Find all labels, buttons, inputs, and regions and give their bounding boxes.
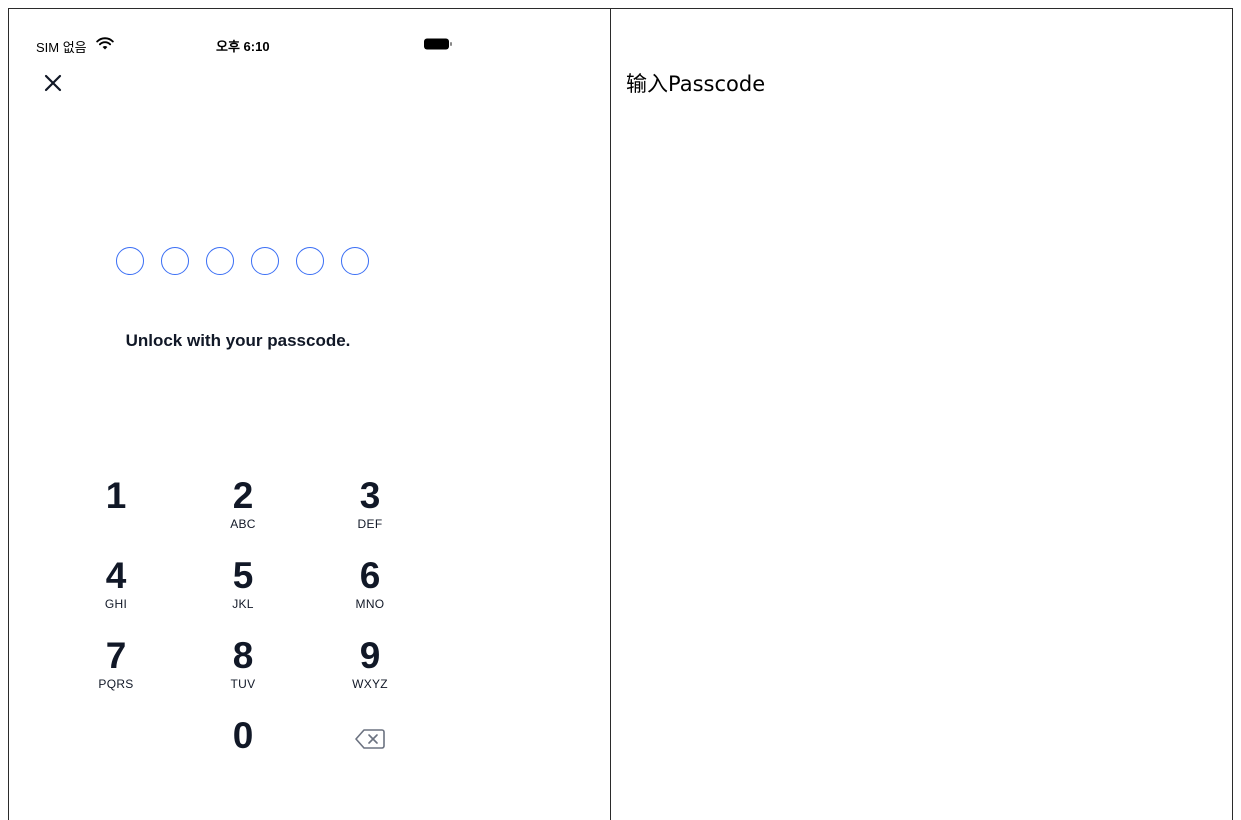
passcode-dot (251, 247, 279, 275)
carrier-label: SIM 없음 (36, 40, 87, 55)
key-digit: 7 (105, 635, 127, 676)
passcode-dot (296, 247, 324, 275)
key-letters: DEF (357, 517, 383, 531)
key-letters: ABC (230, 517, 256, 531)
passcode-dots (116, 247, 376, 275)
key-letters: TUV (230, 677, 256, 691)
key-digit: 6 (359, 555, 381, 596)
close-icon[interactable] (41, 71, 65, 95)
phone-screen: SIM 없음 오후 6:10 Unlock with your passcode… (9, 9, 610, 820)
key-6[interactable]: 6 MNO (330, 557, 410, 619)
passcode-prompt: Unlock with your passcode. (125, 331, 351, 350)
key-digit: 5 (232, 555, 254, 596)
key-digit: 1 (105, 475, 127, 516)
key-digit: 8 (232, 635, 254, 676)
passcode-dot (206, 247, 234, 275)
key-8[interactable]: 8 TUV (203, 637, 283, 699)
key-digit: 2 (232, 475, 254, 516)
key-7[interactable]: 7 PQRS (76, 637, 156, 699)
passcode-dot (116, 247, 144, 275)
key-letters: GHI (104, 597, 128, 611)
key-letters: JKL (232, 597, 254, 611)
passcode-dot (161, 247, 189, 275)
status-bar: SIM 없음 오후 6:10 (9, 9, 610, 69)
key-4[interactable]: 4 GHI (76, 557, 156, 619)
key-5[interactable]: 5 JKL (203, 557, 283, 619)
key-9[interactable]: 9 WXYZ (330, 637, 410, 699)
key-3[interactable]: 3 DEF (330, 477, 410, 539)
side-panel-title: 输入Passcode (626, 72, 766, 96)
key-letters: MNO (355, 597, 385, 611)
key-digit: 0 (232, 715, 254, 756)
column-divider (610, 8, 611, 820)
key-1[interactable]: 1 (76, 477, 156, 539)
status-time: 오후 6:10 (216, 39, 270, 54)
delete-icon[interactable] (355, 728, 385, 750)
wifi-icon (96, 37, 114, 50)
key-2[interactable]: 2 ABC (203, 477, 283, 539)
key-digit: 9 (359, 635, 381, 676)
battery-icon (424, 38, 452, 50)
key-digit: 3 (359, 475, 381, 516)
key-0[interactable]: 0 (203, 717, 283, 779)
key-digit: 4 (105, 555, 127, 596)
key-letters: WXYZ (352, 677, 388, 691)
key-letters: PQRS (98, 677, 134, 691)
passcode-dot (341, 247, 369, 275)
